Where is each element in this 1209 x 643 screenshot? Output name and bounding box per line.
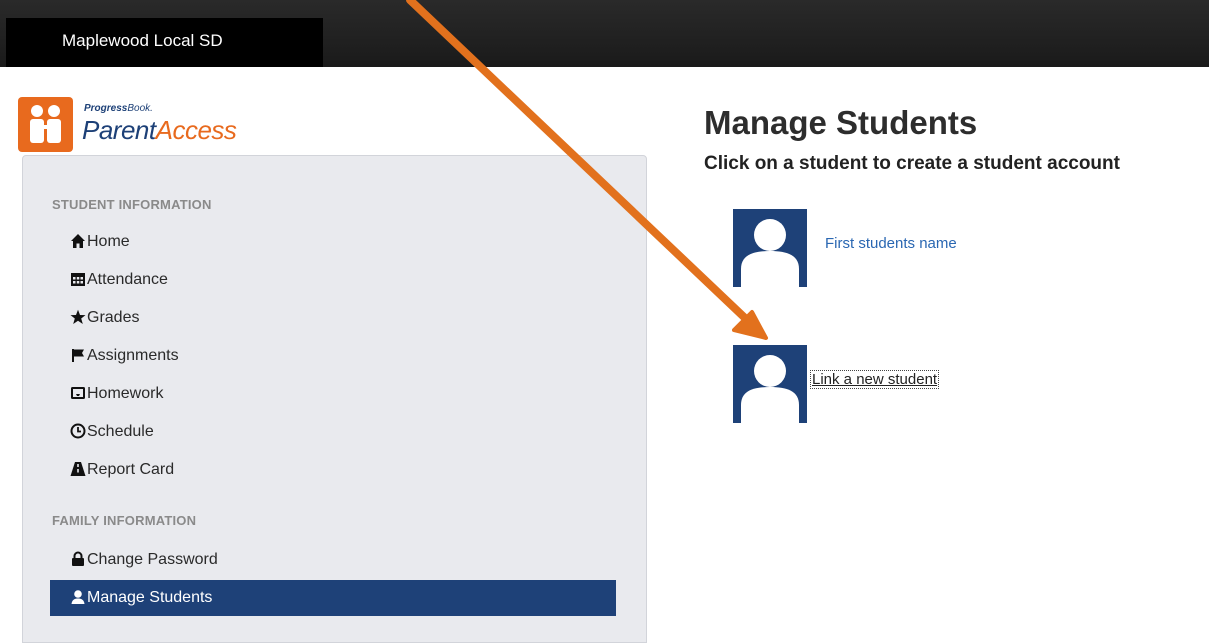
new-student-avatar — [733, 345, 807, 423]
sidebar-item-home[interactable]: Home — [50, 224, 616, 260]
sidebar-item-schedule[interactable]: Schedule — [50, 414, 616, 450]
logo-parent: Parent — [82, 115, 156, 145]
calendar-icon — [70, 271, 86, 289]
sidebar-item-label: Homework — [87, 385, 164, 402]
sidebar-item-label: Attendance — [87, 271, 168, 288]
sidebar-item-manage-students[interactable]: Manage Students — [50, 580, 616, 616]
page-subtitle: Click on a student to create a student a… — [704, 153, 1120, 174]
road-icon — [70, 461, 86, 479]
logo-access: Access — [155, 115, 237, 145]
sidebar-item-label: Manage Students — [87, 589, 213, 606]
family-information-heading: FAMILY INFORMATION — [52, 513, 197, 528]
sidebar-item-label: Assignments — [87, 347, 179, 364]
logo-book: Book. — [127, 103, 153, 114]
sidebar-item-label: Grades — [87, 309, 140, 326]
user-icon — [70, 589, 86, 607]
logo-small-text: ProgressBook. — [84, 103, 153, 114]
sidebar-item-assignments[interactable]: Assignments — [50, 338, 616, 374]
clock-icon — [70, 423, 86, 441]
logo-progress: Progress — [84, 103, 128, 114]
student-card[interactable]: First students name — [733, 209, 1163, 289]
sidebar-item-report-card[interactable]: Report Card — [50, 452, 616, 488]
district-name: Maplewood Local SD — [6, 18, 323, 67]
sidebar-item-label: Report Card — [87, 461, 175, 478]
page-title: Manage Students — [704, 104, 978, 141]
sidebar-item-label: Change Password — [87, 551, 218, 568]
sidebar-item-label: Schedule — [87, 423, 154, 440]
sidebar-item-change-password[interactable]: Change Password — [50, 542, 616, 578]
logo-big-text: ParentAccess — [82, 115, 237, 146]
parentaccess-logo[interactable]: ProgressBook. ParentAccess — [18, 97, 258, 157]
sidebar-item-grades[interactable]: Grades — [50, 300, 616, 336]
student-avatar — [733, 209, 807, 287]
sidebar-item-homework[interactable]: Homework — [50, 376, 616, 412]
parents-icon — [18, 97, 73, 152]
home-icon — [70, 233, 86, 251]
lock-icon — [70, 551, 86, 569]
star-icon — [70, 309, 86, 327]
sidebar-item-label: Home — [87, 233, 130, 250]
inbox-icon — [70, 385, 86, 403]
link-new-student-card[interactable]: Link a new student — [733, 345, 1163, 425]
flag-icon — [70, 347, 86, 365]
top-bar: Maplewood Local SD — [0, 0, 1209, 67]
link-new-student-link[interactable]: Link a new student — [809, 370, 940, 389]
student-name-link[interactable]: First students name — [825, 235, 957, 252]
sidebar-item-attendance[interactable]: Attendance — [50, 262, 616, 298]
student-information-heading: STUDENT INFORMATION — [52, 197, 212, 212]
